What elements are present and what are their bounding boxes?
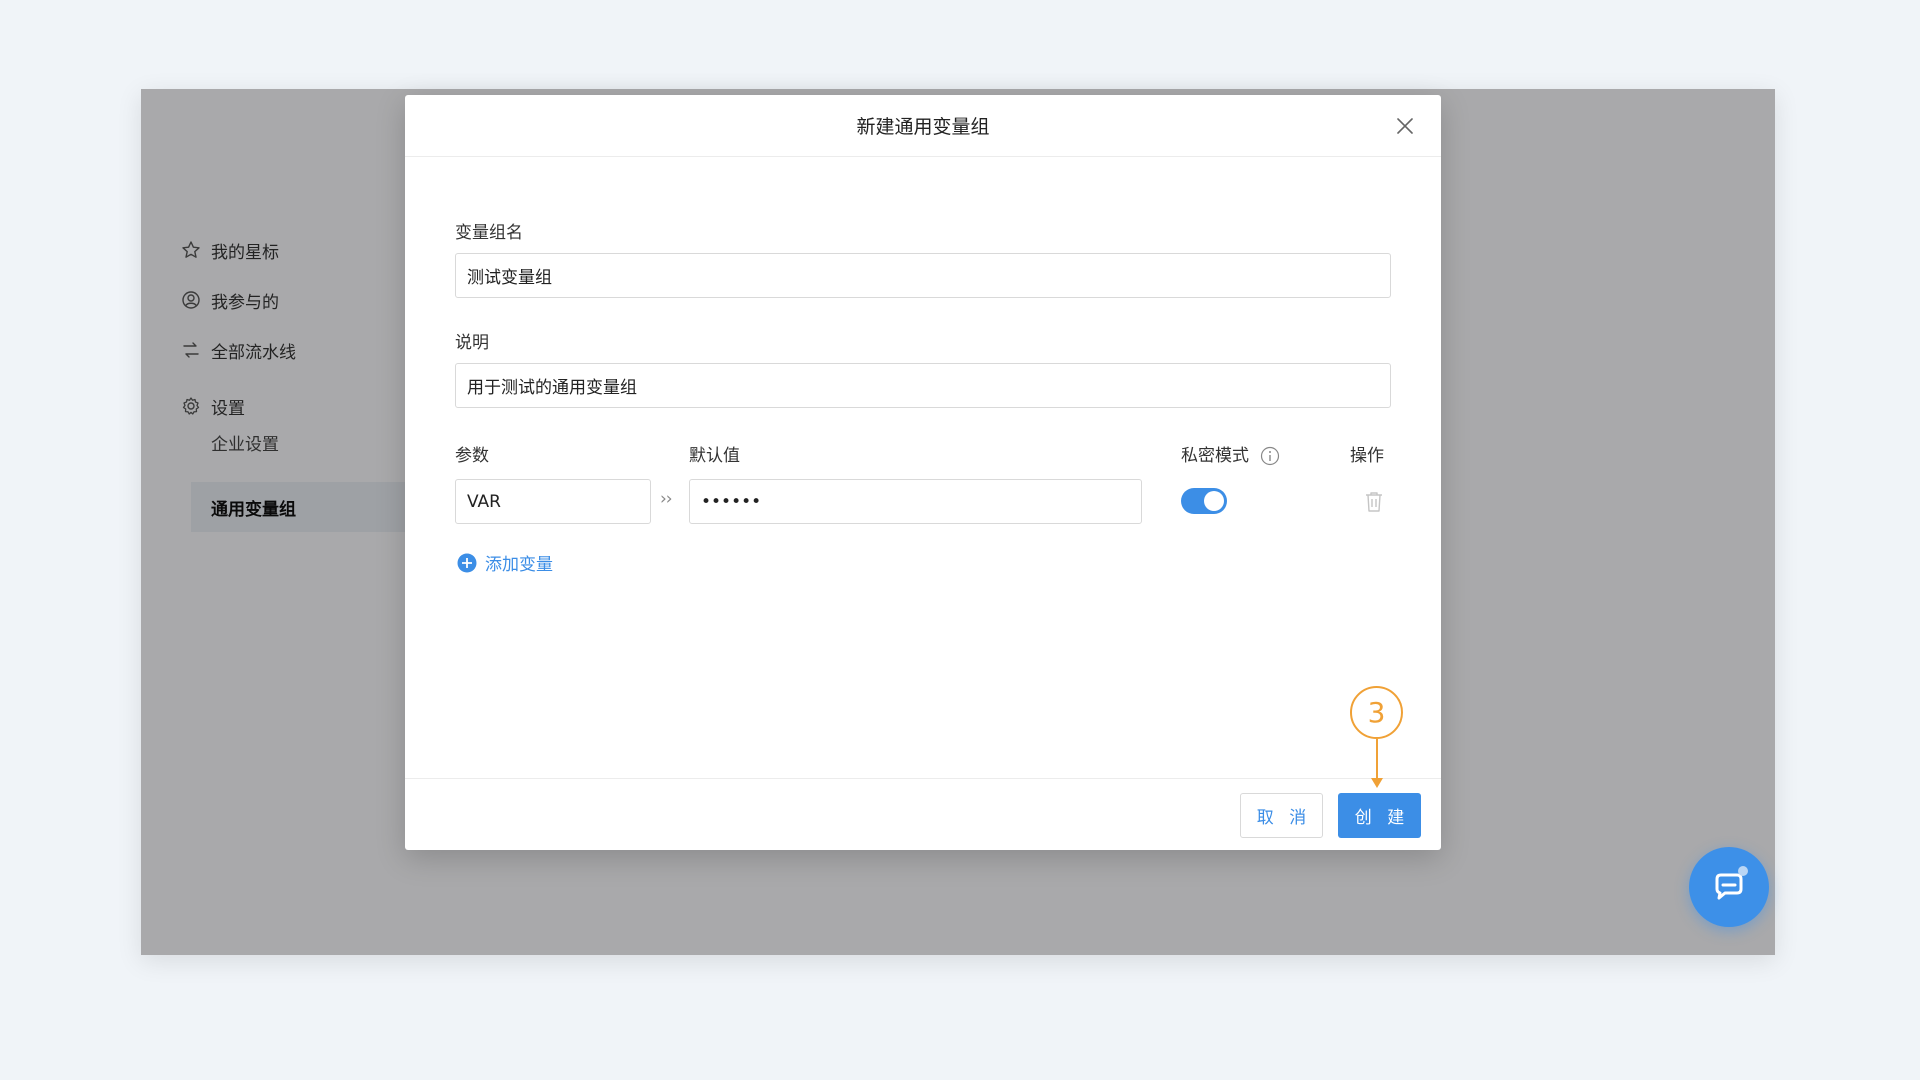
group-name-label: 变量组名 <box>455 223 523 243</box>
dialog-title: 新建通用变量组 <box>856 116 990 138</box>
group-name-value: 测试变量组 <box>467 268 552 288</box>
create-button[interactable]: 创 建 <box>1338 793 1421 838</box>
description-input[interactable]: 用于测试的通用变量组 <box>455 363 1391 408</box>
step-annotation-badge: 3 <box>1350 686 1403 739</box>
mapping-arrow: ›› <box>660 489 673 509</box>
toggle-knob <box>1204 491 1224 511</box>
group-name-input[interactable]: 测试变量组 <box>455 253 1391 298</box>
chat-support-button[interactable] <box>1689 847 1769 927</box>
default-value-column-header: 默认值 <box>689 446 740 466</box>
description-label: 说明 <box>455 333 489 353</box>
plus-circle-icon <box>457 553 477 572</box>
default-value-input[interactable]: •••••• <box>689 479 1142 524</box>
dialog-footer: 取 消 创 建 <box>405 778 1441 850</box>
add-variable-button[interactable]: 添加变量 <box>457 550 553 575</box>
action-column-header: 操作 <box>1350 446 1384 466</box>
info-icon[interactable] <box>1260 446 1280 466</box>
chat-icon <box>1715 866 1748 900</box>
cancel-button[interactable]: 取 消 <box>1240 793 1323 838</box>
create-variable-group-dialog: 新建通用变量组 变量组名 测试变量组 说明 用于测试的通用变量组 参数 默认值 … <box>405 95 1441 850</box>
param-input[interactable]: VAR <box>455 479 651 524</box>
param-value: VAR <box>467 491 501 512</box>
private-mode-toggle[interactable] <box>1181 488 1227 514</box>
annotation-arrow-line <box>1376 739 1378 781</box>
trash-icon[interactable] <box>1363 490 1385 514</box>
private-mode-column-header: 私密模式 <box>1181 441 1280 466</box>
default-value-masked: •••••• <box>701 491 762 512</box>
description-value: 用于测试的通用变量组 <box>467 378 637 398</box>
close-button[interactable] <box>1393 114 1417 138</box>
annotation-arrowhead <box>1371 778 1383 788</box>
add-variable-label: 添加变量 <box>485 555 553 575</box>
private-mode-label: 私密模式 <box>1181 446 1249 466</box>
dialog-header: 新建通用变量组 <box>405 95 1441 157</box>
close-icon <box>1397 118 1413 134</box>
param-column-header: 参数 <box>455 446 489 466</box>
